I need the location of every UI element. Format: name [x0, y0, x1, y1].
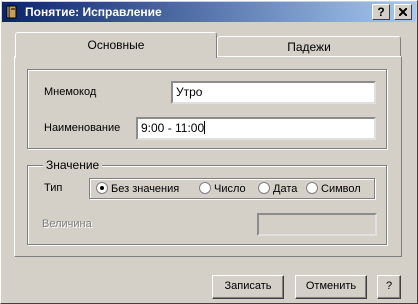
radio-circle: [258, 182, 270, 194]
help-title-button[interactable]: ?: [372, 4, 390, 20]
tab-main[interactable]: Основные: [15, 32, 217, 58]
name-value: 9:00 - 11:00: [141, 121, 205, 135]
radio-circle: [306, 182, 318, 194]
radio-date[interactable]: Дата: [258, 182, 297, 195]
save-button[interactable]: Записать: [212, 275, 284, 299]
radio-symbol[interactable]: Символ: [306, 182, 361, 195]
radio-circle-selected: [96, 182, 108, 194]
radio-no-value-label: Без значения: [111, 183, 180, 195]
help-button[interactable]: ?: [377, 275, 401, 299]
radio-number-label: Число: [214, 183, 246, 195]
title-bar[interactable]: Понятие: Исправление ?: [2, 2, 416, 22]
text-caret: [204, 121, 206, 134]
radio-no-value[interactable]: Без значения: [96, 182, 179, 195]
cancel-button[interactable]: Отменить: [295, 275, 367, 299]
type-label: Тип: [44, 182, 63, 194]
book-icon: [6, 5, 17, 19]
window-title: Понятие: Исправление: [25, 5, 162, 19]
radio-number[interactable]: Число: [199, 182, 246, 195]
magnitude-label: Величина: [42, 218, 92, 230]
type-radio-group: Без значения Число Дата Символ: [89, 178, 375, 199]
magnitude-input: [257, 213, 377, 236]
mnemocode-value: Утро: [176, 85, 203, 99]
tab-cases-label: Падежи: [287, 40, 331, 54]
radio-date-label: Дата: [273, 183, 298, 195]
mnemocode-input[interactable]: Утро: [171, 81, 376, 104]
tab-main-label: Основные: [87, 38, 145, 52]
value-group-legend: Значение: [43, 158, 103, 172]
close-button[interactable]: [394, 4, 412, 20]
tab-cases[interactable]: Падежи: [217, 36, 401, 56]
dialog-window: Понятие: Исправление ? Основные Падежи М…: [0, 0, 418, 304]
name-label: Наименование: [44, 122, 121, 134]
close-icon: [398, 7, 408, 17]
radio-symbol-label: Символ: [321, 183, 361, 195]
mnemocode-label: Мнемокод: [44, 86, 97, 98]
radio-circle: [199, 182, 211, 194]
name-input[interactable]: 9:00 - 11:00: [136, 117, 376, 140]
